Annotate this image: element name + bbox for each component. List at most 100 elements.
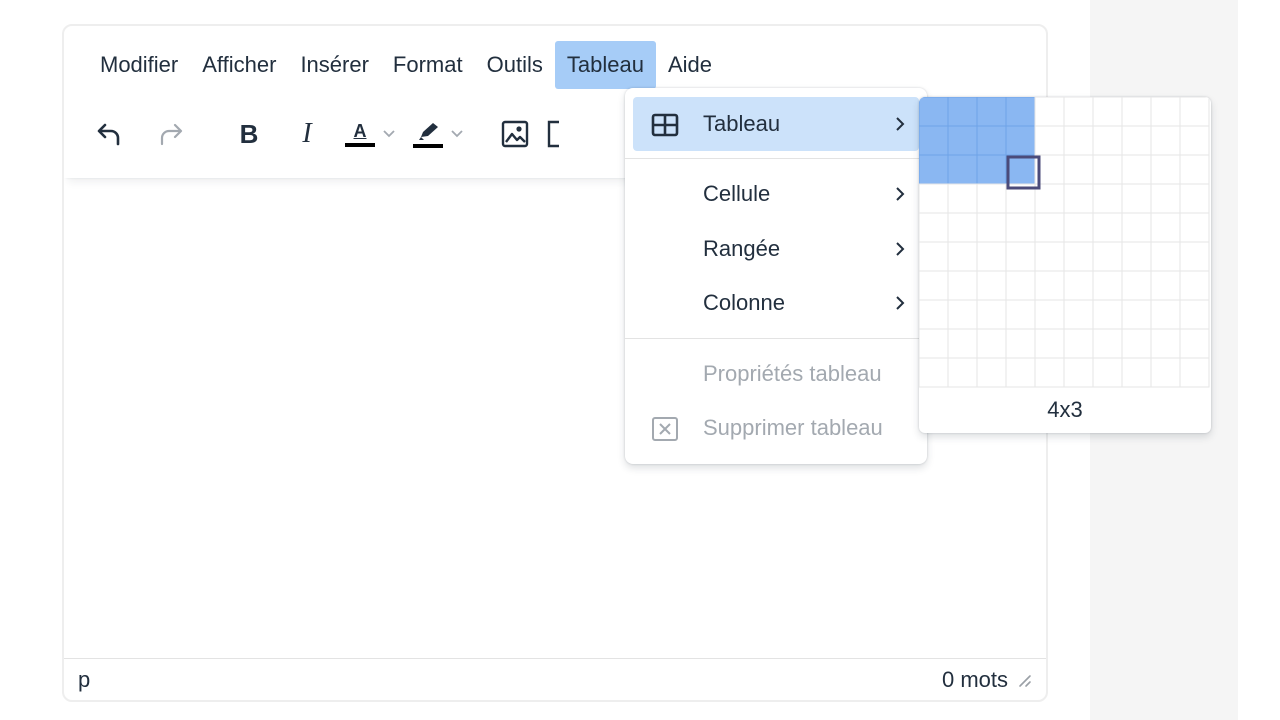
menu-format[interactable]: Format [381,41,475,89]
grid-cell[interactable] [1034,212,1065,243]
grid-cell[interactable] [947,241,978,272]
grid-cell[interactable] [1063,241,1094,272]
grid-cell[interactable] [919,270,949,301]
grid-cell[interactable] [1092,97,1123,127]
grid-cell[interactable] [1063,154,1094,185]
grid-cell[interactable] [1121,183,1152,214]
grid-cell[interactable] [919,299,949,330]
grid-cell[interactable] [1034,241,1065,272]
grid-cell[interactable] [1063,328,1094,359]
grid-cell[interactable] [1179,241,1210,272]
grid-cell[interactable] [1121,154,1152,185]
grid-cell[interactable] [1150,97,1181,127]
insert-image-button[interactable] [494,113,536,155]
grid-cell[interactable] [1063,125,1094,156]
menu-modifier[interactable]: Modifier [88,41,190,89]
grid-cell[interactable] [1063,97,1094,127]
grid-cell[interactable] [1034,357,1065,388]
insert-media-button[interactable] [546,113,588,155]
menu-tableau[interactable]: Tableau [554,41,656,89]
grid-cell[interactable] [1150,328,1181,359]
grid-cell[interactable] [947,357,978,388]
grid-cell[interactable] [1005,299,1036,330]
grid-cell[interactable] [1179,212,1210,243]
grid-cell[interactable] [976,328,1007,359]
grid-cell[interactable] [1121,328,1152,359]
grid-cell[interactable] [1005,328,1036,359]
grid-cell[interactable] [919,241,949,272]
menu-item-colonne[interactable]: Colonne [633,276,919,330]
grid-cell[interactable] [1150,270,1181,301]
grid-cell[interactable] [1005,241,1036,272]
grid-cell[interactable] [1092,154,1123,185]
grid-cell[interactable] [1034,328,1065,359]
grid-cell-selected[interactable] [976,154,1007,185]
grid-cell[interactable] [1179,125,1210,156]
grid-cell[interactable] [976,183,1007,214]
grid-cell[interactable] [1034,97,1065,127]
grid-cell[interactable] [1063,270,1094,301]
grid-cell[interactable] [1179,183,1210,214]
grid-cell[interactable] [1179,97,1210,127]
grid-cell[interactable] [1063,212,1094,243]
grid-cell-selected[interactable] [919,97,949,127]
grid-cell[interactable] [1121,97,1152,127]
text-color-button[interactable]: A [340,113,398,155]
grid-cell[interactable] [1092,357,1123,388]
grid-cell[interactable] [1179,270,1210,301]
grid-cell[interactable] [1150,212,1181,243]
grid-cell[interactable] [1179,299,1210,330]
grid-cell-selected[interactable] [976,97,1007,127]
grid-cell[interactable] [1121,357,1152,388]
menu-item-cellule[interactable]: Cellule [633,167,919,221]
grid-cell-selected[interactable] [976,125,1007,156]
italic-button[interactable]: I [286,113,328,155]
grid-cell-selected[interactable] [919,154,949,185]
grid-cell[interactable] [1092,270,1123,301]
grid-cell-selected[interactable] [1005,125,1036,156]
menu-item-rangee[interactable]: Rangée [633,222,919,276]
menu-item-supprimer-tableau[interactable]: Supprimer tableau [633,401,919,455]
grid-cell[interactable] [976,270,1007,301]
table-grid[interactable] [919,97,1211,397]
grid-cell[interactable] [1034,299,1065,330]
grid-cell[interactable] [1063,183,1094,214]
menu-item-proprietes-tableau[interactable]: Propriétés tableau [633,347,919,401]
highlight-color-button[interactable] [408,113,466,155]
menu-outils[interactable]: Outils [475,41,555,89]
grid-cell[interactable] [919,328,949,359]
grid-cell[interactable] [1092,212,1123,243]
grid-cell[interactable] [1092,328,1123,359]
menu-aide[interactable]: Aide [656,41,724,89]
grid-cell[interactable] [976,241,1007,272]
grid-cell[interactable] [1121,125,1152,156]
grid-cell-selected[interactable] [919,125,949,156]
grid-cell[interactable] [976,299,1007,330]
grid-cell-selected[interactable] [1005,97,1036,127]
grid-cell[interactable] [1063,299,1094,330]
grid-cell[interactable] [947,299,978,330]
grid-cell[interactable] [947,328,978,359]
grid-cell[interactable] [1005,270,1036,301]
grid-cell[interactable] [1034,270,1065,301]
grid-cell-selected[interactable] [947,154,978,185]
menu-inserer[interactable]: Insérer [288,41,380,89]
grid-cell[interactable] [1121,299,1152,330]
grid-cell[interactable] [919,357,949,388]
resize-handle-icon[interactable] [1016,672,1032,688]
grid-cell[interactable] [1179,328,1210,359]
word-count[interactable]: 0 mots [942,667,1008,693]
element-path[interactable]: p [78,667,90,693]
grid-cell[interactable] [1150,125,1181,156]
grid-cell[interactable] [1121,212,1152,243]
undo-button[interactable] [88,113,130,155]
grid-cell[interactable] [1092,241,1123,272]
bold-button[interactable]: B [228,113,270,155]
grid-cell[interactable] [1092,299,1123,330]
grid-cell[interactable] [1005,357,1036,388]
grid-cell[interactable] [976,212,1007,243]
grid-cell[interactable] [947,183,978,214]
grid-cell[interactable] [919,212,949,243]
grid-cell[interactable] [1063,357,1094,388]
grid-cell[interactable] [1150,299,1181,330]
